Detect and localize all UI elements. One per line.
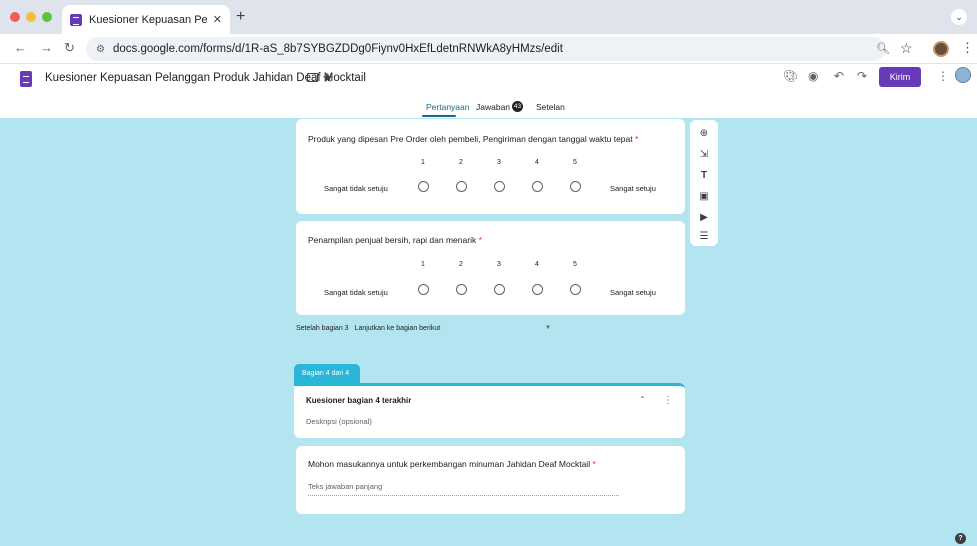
add-image-icon[interactable]: ▣ (698, 191, 710, 203)
active-tab-indicator (422, 115, 456, 117)
redo-icon[interactable]: ↷ (857, 69, 867, 83)
scale-number: 5 (573, 159, 577, 166)
scale-radio-3[interactable] (494, 284, 505, 295)
scale-number: 3 (497, 261, 501, 268)
scale-radio-1[interactable] (418, 284, 429, 295)
section-description[interactable]: Deskripsi (opsional) (306, 417, 372, 426)
section-more-options-icon[interactable]: ⋮ (663, 395, 673, 406)
customize-theme-icon[interactable]: 🎨︎ (783, 69, 798, 83)
tab-responses[interactable]: Jawaban (476, 102, 510, 112)
zoom-icon[interactable]: 🔍︎ (876, 42, 890, 55)
scale-number: 1 (421, 159, 425, 166)
bookmark-star-icon[interactable]: ☆ (900, 40, 913, 57)
scale-low-label: Sangat tidak setuju (324, 288, 388, 297)
long-answer-placeholder: Teks jawaban panjang (308, 482, 619, 496)
google-forms-logo-icon[interactable] (20, 71, 32, 87)
question-title[interactable]: Penampilan penjual bersih, rapi dan mena… (308, 235, 482, 245)
scale-number: 3 (497, 159, 501, 166)
close-tab-icon[interactable]: ✕ (213, 13, 222, 26)
after-section-label: Setelah bagian 3 (296, 325, 349, 332)
after-section-select[interactable]: Lanjutkan ke bagian berikut (355, 325, 441, 332)
scale-radio-5[interactable] (570, 284, 581, 295)
more-options-icon[interactable]: ⋮ (937, 69, 949, 83)
move-to-folder-icon[interactable] (307, 73, 318, 82)
google-forms-favicon-icon (70, 13, 82, 26)
url-text[interactable]: docs.google.com/forms/d/1R-aS_8b7SYBGZDD… (113, 43, 563, 55)
browser-tab[interactable]: Kuesioner Kepuasan Pelangg ✕ (62, 5, 230, 34)
account-avatar[interactable] (955, 67, 971, 83)
scale-high-label: Sangat setuju (610, 184, 656, 193)
back-icon[interactable]: ← (14, 40, 27, 55)
scale-number: 2 (459, 261, 463, 268)
section-header-card[interactable]: Kuesioner bagian 4 terakhir Deskripsi (o… (294, 383, 685, 438)
add-title-icon[interactable]: T (698, 170, 710, 182)
after-section-navigation[interactable]: Setelah bagian 3 Lanjutkan ke bagian beri… (296, 325, 440, 332)
question-title[interactable]: Mohon masukannya untuk perkembangan minu… (308, 459, 596, 469)
preview-eye-icon[interactable]: ◉ (808, 69, 818, 83)
floating-toolbar: ⊕ ⇲ T ▣ ▶ ☰ (690, 120, 718, 246)
scale-number: 4 (535, 261, 539, 268)
add-video-icon[interactable]: ▶ (698, 212, 710, 224)
close-window-button[interactable] (10, 12, 20, 22)
scale-high-label: Sangat setuju (610, 288, 656, 297)
scale-radio-3[interactable] (494, 181, 505, 192)
minimize-window-button[interactable] (26, 12, 36, 22)
site-settings-icon[interactable]: ⚙ (96, 44, 105, 55)
scale-number: 2 (459, 159, 463, 166)
scale-radio-2[interactable] (456, 181, 467, 192)
question-card-2[interactable]: Penampilan penjual bersih, rapi dan mena… (296, 221, 685, 315)
star-icon[interactable]: ★ (322, 70, 334, 86)
add-section-icon[interactable]: ☰ (698, 231, 710, 243)
dropdown-arrow-icon[interactable]: ▼ (545, 325, 551, 331)
tab-settings[interactable]: Setelan (536, 102, 565, 112)
help-icon[interactable]: ? (955, 533, 966, 544)
tab-title: Kuesioner Kepuasan Pelangg (89, 13, 207, 26)
add-question-icon[interactable]: ⊕ (698, 128, 710, 140)
scale-number: 4 (535, 159, 539, 166)
maximize-window-button[interactable] (42, 12, 52, 22)
scale-radio-2[interactable] (456, 284, 467, 295)
tab-questions[interactable]: Pertanyaan (426, 102, 469, 112)
scale-radio-1[interactable] (418, 181, 429, 192)
question-card-3[interactable]: Mohon masukannya untuk perkembangan minu… (296, 446, 685, 514)
question-title[interactable]: Produk yang dipesan Pre Order oleh pembe… (308, 134, 638, 144)
scale-low-label: Sangat tidak setuju (324, 184, 388, 193)
scale-radio-5[interactable] (570, 181, 581, 192)
scale-number: 1 (421, 261, 425, 268)
tab-search-icon[interactable]: ⌄ (951, 9, 967, 25)
scale-radio-4[interactable] (532, 284, 543, 295)
omnibox[interactable]: ⚙ docs.google.com/forms/d/1R-aS_8b7SYBGZ… (86, 37, 886, 61)
reload-icon[interactable]: ↻ (64, 40, 75, 56)
question-card-1[interactable]: Produk yang dipesan Pre Order oleh pembe… (296, 119, 685, 214)
scale-number: 5 (573, 261, 577, 268)
forward-icon[interactable]: → (40, 40, 53, 55)
import-questions-icon[interactable]: ⇲ (698, 149, 710, 161)
address-bar-row: ← → ↻ ⚙ docs.google.com/forms/d/1R-aS_8b… (0, 34, 977, 64)
browser-tab-bar: Kuesioner Kepuasan Pelangg ✕ + ⌄ (0, 0, 977, 34)
response-count-badge: 43 (512, 101, 523, 112)
browser-menu-icon[interactable]: ⋮ (961, 40, 974, 56)
section-chip: Bagian 4 dari 4 (294, 364, 360, 384)
section-title[interactable]: Kuesioner bagian 4 terakhir (306, 396, 411, 405)
new-tab-button[interactable]: + (236, 8, 245, 26)
profile-avatar[interactable] (933, 41, 949, 57)
undo-icon[interactable]: ↶ (834, 69, 844, 83)
collapse-section-icon[interactable]: ⌃ (639, 395, 646, 404)
scale-radio-4[interactable] (532, 181, 543, 192)
send-button[interactable]: Kirim (879, 67, 921, 87)
